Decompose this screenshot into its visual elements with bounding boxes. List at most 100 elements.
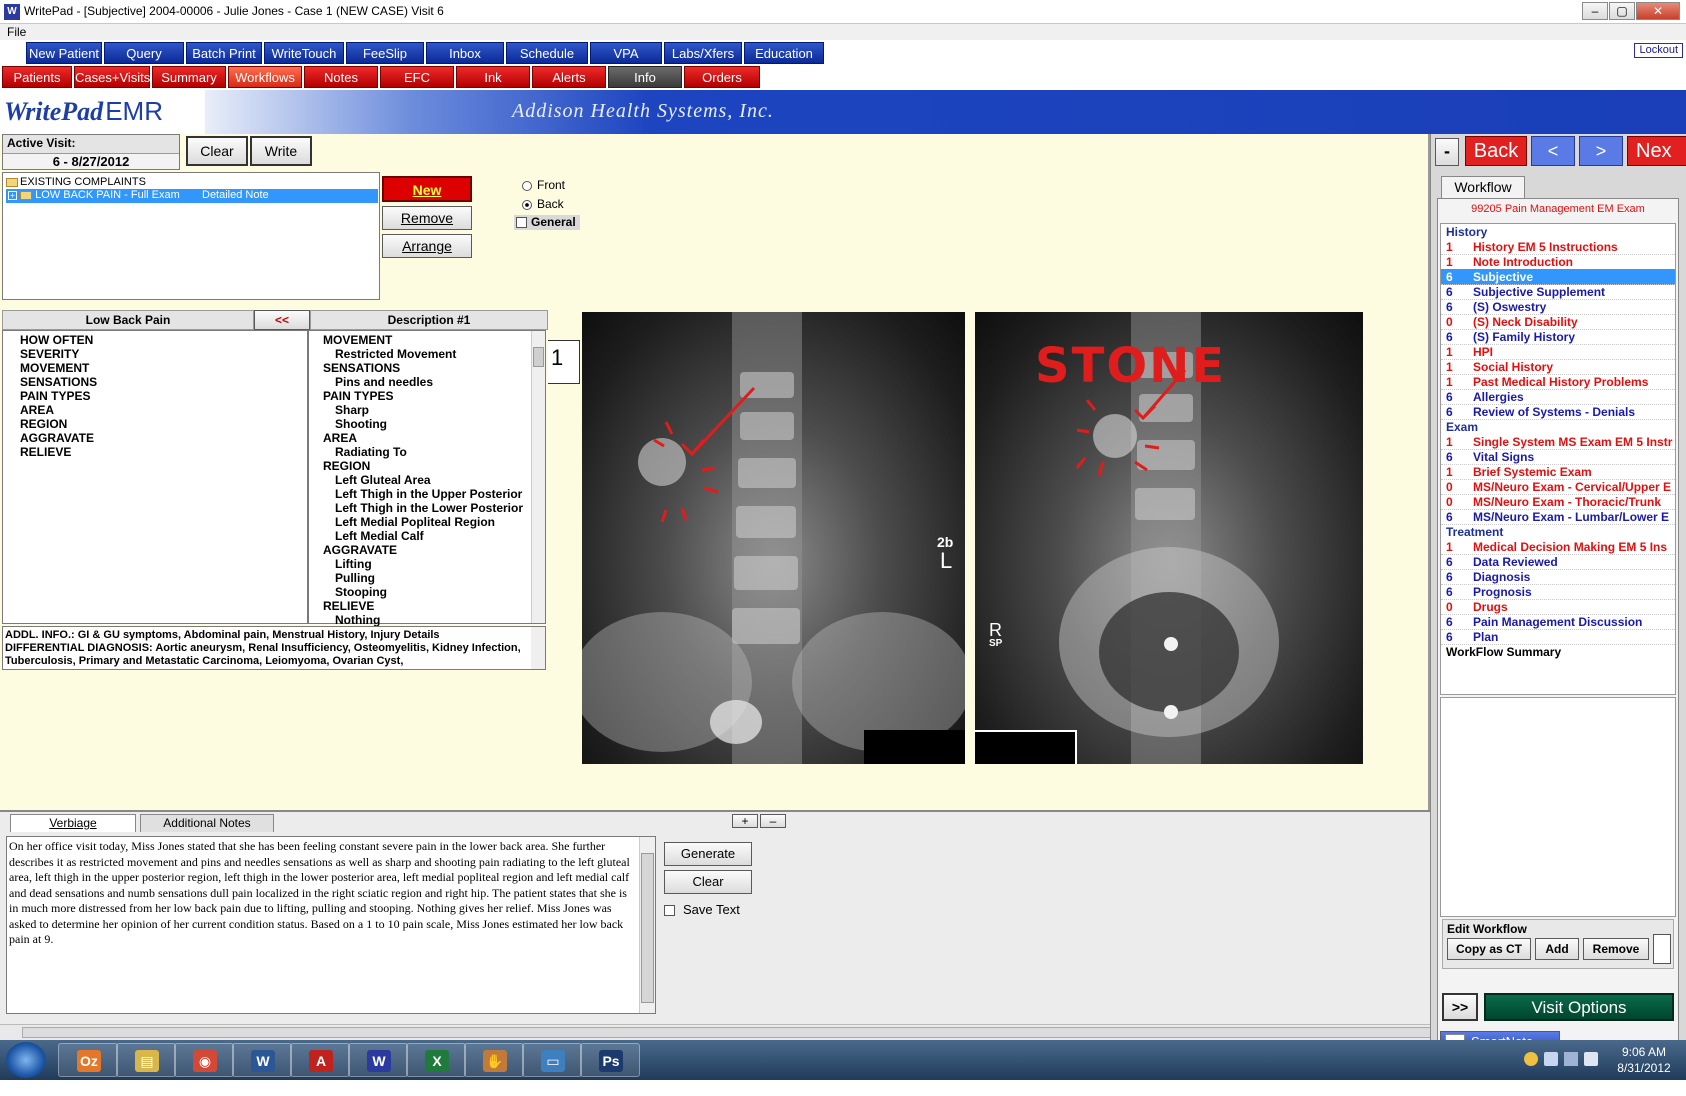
- selection-value[interactable]: Left Thigh in the Upper Posterior: [323, 487, 523, 501]
- copy-as-ct-button[interactable]: Copy as CT: [1447, 938, 1531, 960]
- start-button[interactable]: [6, 1042, 46, 1078]
- clock[interactable]: 9:06 AM 8/31/2012: [1614, 1044, 1674, 1076]
- tab-summary[interactable]: Summary: [152, 66, 226, 88]
- network-icon[interactable]: [1564, 1052, 1578, 1066]
- xray-image-right[interactable]: STONE R SP: [975, 312, 1363, 764]
- general-checkbox[interactable]: General: [514, 215, 580, 230]
- prev-button[interactable]: <: [1531, 136, 1575, 166]
- verbiage-scroll-thumb[interactable]: [641, 853, 654, 1003]
- workflow-item[interactable]: 6 MS/Neuro Exam - Lumbar/Lower E: [1441, 509, 1675, 525]
- workflow-item[interactable]: 1 Single System MS Exam EM 5 Instr: [1441, 434, 1675, 450]
- workflow-item[interactable]: 1 Medical Decision Making EM 5 Ins: [1441, 539, 1675, 555]
- tab-orders[interactable]: Orders: [684, 66, 760, 88]
- page-bracket[interactable]: 1: [548, 340, 580, 384]
- taskbar-app[interactable]: ▤: [116, 1043, 176, 1077]
- verbiage-scrollbar[interactable]: [639, 837, 655, 1013]
- tab-feeslip[interactable]: FeeSlip: [346, 42, 424, 64]
- tree-root[interactable]: EXISTING COMPLAINTS: [6, 176, 146, 188]
- selection-category[interactable]: AREA: [323, 431, 523, 445]
- selection-value[interactable]: Stooping: [323, 585, 523, 599]
- workflow-item[interactable]: 6 Diagnosis: [1441, 569, 1675, 585]
- selection-value[interactable]: Pins and needles: [323, 375, 523, 389]
- selection-value[interactable]: Left Medial Calf: [323, 529, 523, 543]
- taskbar-app[interactable]: Oz: [58, 1043, 118, 1077]
- category-item[interactable]: REGION: [20, 417, 97, 431]
- write-button[interactable]: Write: [250, 136, 312, 166]
- taskbar-app[interactable]: A: [290, 1043, 350, 1077]
- close-button[interactable]: ✕: [1636, 2, 1680, 20]
- remove-workflow-button[interactable]: Remove: [1583, 938, 1649, 960]
- workflow-item[interactable]: 6 Subjective: [1441, 269, 1675, 285]
- workflow-item[interactable]: 1 Social History: [1441, 359, 1675, 375]
- category-item[interactable]: SENSATIONS: [20, 375, 97, 389]
- verbiage-textarea[interactable]: On her office visit today, Miss Jones st…: [6, 836, 656, 1014]
- workflow-item[interactable]: 1 Brief Systemic Exam: [1441, 464, 1675, 480]
- remove-complaint-button[interactable]: Remove: [382, 206, 472, 230]
- add-workflow-button[interactable]: Add: [1535, 938, 1579, 960]
- workflow-item[interactable]: 1 History EM 5 Instructions: [1441, 239, 1675, 255]
- info-scrollbar[interactable]: [531, 627, 545, 669]
- taskbar-app[interactable]: Ps: [580, 1043, 640, 1077]
- tab-patients[interactable]: Patients: [2, 66, 72, 88]
- workflow-item[interactable]: 6 Allergies: [1441, 389, 1675, 405]
- tab-alerts[interactable]: Alerts: [532, 66, 606, 88]
- lockout-button[interactable]: Lockout: [1634, 43, 1683, 58]
- workflow-item[interactable]: 0 (S) Neck Disability: [1441, 314, 1675, 330]
- tab-workflows[interactable]: Workflows: [228, 66, 302, 88]
- tab-schedule[interactable]: Schedule: [506, 42, 588, 64]
- back-radio[interactable]: Back: [522, 197, 564, 211]
- workflow-item[interactable]: 6 Prognosis: [1441, 584, 1675, 600]
- minimize-button[interactable]: –: [1582, 2, 1608, 20]
- workflow-item[interactable]: 6 Review of Systems - Denials: [1441, 404, 1675, 420]
- tab-ink[interactable]: Ink: [456, 66, 530, 88]
- selection-value[interactable]: Left Thigh in the Lower Posterior: [323, 501, 523, 515]
- workflow-item[interactable]: 0 Drugs: [1441, 599, 1675, 615]
- scroll-thumb[interactable]: [533, 347, 544, 367]
- workflow-item[interactable]: 6 (S) Oswestry: [1441, 299, 1675, 315]
- selection-value[interactable]: Restricted Movement: [323, 347, 523, 361]
- tab-additional-notes[interactable]: Additional Notes: [140, 814, 274, 832]
- taskbar-app[interactable]: W: [232, 1043, 292, 1077]
- taskbar-app[interactable]: ✋: [464, 1043, 524, 1077]
- selection-scrollbar[interactable]: [531, 331, 545, 623]
- selection-category[interactable]: AGGRAVATE: [323, 543, 523, 557]
- tab-notes[interactable]: Notes: [304, 66, 378, 88]
- maximize-button[interactable]: ▢: [1609, 2, 1635, 20]
- workflow-item[interactable]: 6 Pain Management Discussion: [1441, 614, 1675, 630]
- tab-labs-xfers[interactable]: Labs/Xfers: [664, 42, 742, 64]
- selection-value[interactable]: Shooting: [323, 417, 523, 431]
- tab-education[interactable]: Education: [744, 42, 824, 64]
- tab-query[interactable]: Query: [104, 42, 184, 64]
- tab-vpa[interactable]: VPA: [590, 42, 662, 64]
- selection-value[interactable]: Nothing: [323, 613, 523, 627]
- workflow-item[interactable]: 6 Plan: [1441, 629, 1675, 645]
- h-scroll-thumb[interactable]: [22, 1027, 1662, 1038]
- category-item[interactable]: RELIEVE: [20, 445, 97, 459]
- visit-options-button[interactable]: Visit Options: [1484, 993, 1674, 1021]
- workflow-item[interactable]: 6 (S) Family History: [1441, 329, 1675, 345]
- save-text-checkbox[interactable]: Save Text: [664, 902, 740, 917]
- flag-icon[interactable]: [1544, 1052, 1558, 1066]
- selection-value[interactable]: Radiating To: [323, 445, 523, 459]
- tab-new-patient[interactable]: New Patient: [26, 42, 102, 64]
- selection-value[interactable]: Left Medial Popliteal Region: [323, 515, 523, 529]
- taskbar-app[interactable]: X: [406, 1043, 466, 1077]
- tab-writetouch[interactable]: WriteTouch: [264, 42, 344, 64]
- taskbar-app[interactable]: ◉: [174, 1043, 234, 1077]
- front-radio[interactable]: Front: [522, 178, 565, 192]
- category-item[interactable]: HOW OFTEN: [20, 333, 97, 347]
- reorder-spinner[interactable]: [1653, 934, 1671, 964]
- selection-category[interactable]: PAIN TYPES: [323, 389, 523, 403]
- selection-value[interactable]: Left Gluteal Area: [323, 473, 523, 487]
- arrange-complaint-button[interactable]: Arrange: [382, 234, 472, 258]
- clear-visit-button[interactable]: Clear: [186, 136, 248, 166]
- volume-icon[interactable]: [1584, 1052, 1598, 1066]
- back-button[interactable]: Back: [1465, 136, 1527, 166]
- tab-cases-visits[interactable]: Cases+Visits: [74, 66, 150, 88]
- workflow-item[interactable]: 0 MS/Neuro Exam - Cervical/Upper E: [1441, 479, 1675, 495]
- selection-category[interactable]: SENSATIONS: [323, 361, 523, 375]
- taskbar-app[interactable]: W: [348, 1043, 408, 1077]
- collapse-workflow-button[interactable]: -: [1435, 138, 1459, 166]
- workflow-item[interactable]: 6 Vital Signs: [1441, 449, 1675, 465]
- tray-icon[interactable]: [1524, 1052, 1538, 1066]
